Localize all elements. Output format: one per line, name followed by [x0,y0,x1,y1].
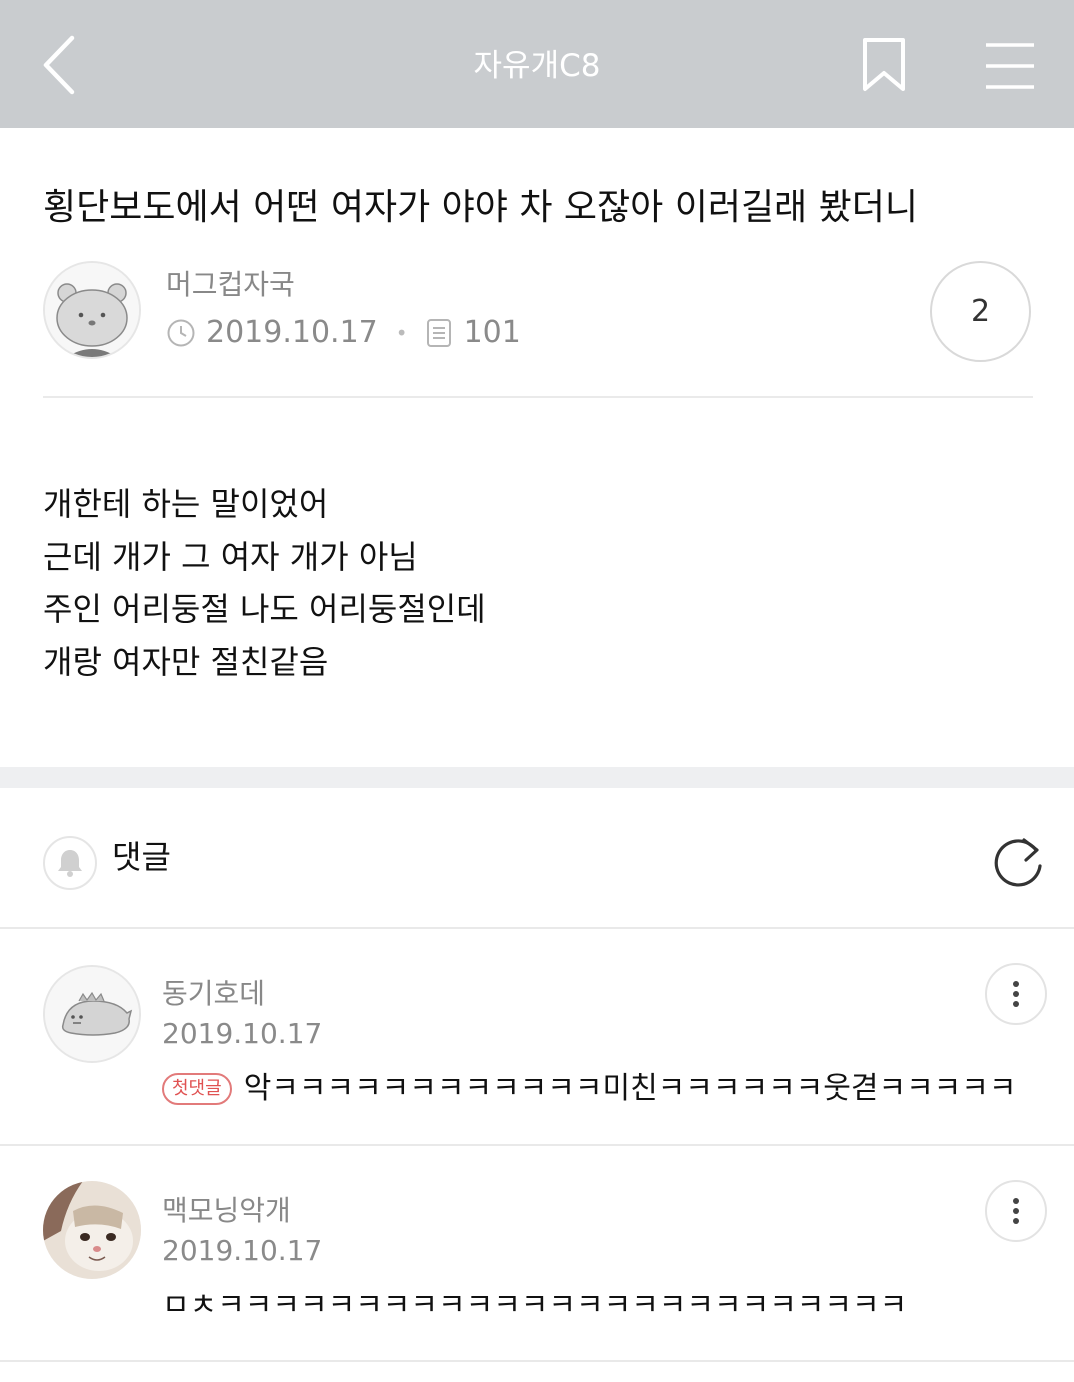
post-title: 횡단보도에서 어떤 여자가 야야 차 오잖아 이러길래 봤더니 [43,187,918,228]
post-author[interactable]: 머그컵자국 [166,266,295,304]
more-vertical-icon [1013,1198,1019,1224]
comments-label: 댓글 [112,838,171,876]
bear-avatar-icon [45,263,139,357]
refresh-icon[interactable] [990,834,1046,892]
title-divider [43,396,1033,398]
bookmark-icon[interactable] [860,37,908,93]
comment-text: ㅁㅊㅋㅋㅋㅋㅋㅋㅋㅋㅋㅋㅋㅋㅋㅋㅋㅋㅋㅋㅋㅋㅋㅋㅋㅋㅋ [162,1285,907,1327]
document-icon [426,319,451,347]
more-vertical-icon [1013,981,1019,1007]
comment-count-button[interactable]: 2 [930,261,1031,362]
comment-avatar[interactable] [43,965,141,1063]
comment-author[interactable]: 동기호데 [162,975,265,1013]
post-date: 2019.10.17 [206,315,378,350]
cat-photo-avatar [43,1181,141,1279]
comment-divider [0,1144,1074,1146]
meta-separator: • [395,321,408,345]
author-avatar[interactable] [43,261,141,359]
post-meta: 2019.10.17 • 101 [166,312,521,354]
board-title: 자유개C8 [473,48,601,84]
section-separator [0,767,1074,788]
comment-body: 악ㅋㅋㅋㅋㅋㅋㅋㅋㅋㅋㅋㅋ미친ㅋㅋㅋㅋㅋㅋ웃겯ㅋㅋㅋㅋㅋ [243,1071,1017,1106]
bell-icon [58,850,82,877]
comment-body: ㅁㅊㅋㅋㅋㅋㅋㅋㅋㅋㅋㅋㅋㅋㅋㅋㅋㅋㅋㅋㅋㅋㅋㅋㅋㅋㅋ [162,1288,908,1323]
post-body-line: 근데 개가 그 여자 개가 아님 [43,537,418,576]
comment-text: 첫댓글 악ㅋㅋㅋㅋㅋㅋㅋㅋㅋㅋㅋㅋ미친ㅋㅋㅋㅋㅋㅋ웃겯ㅋㅋㅋㅋㅋ [162,1068,1017,1110]
comment-divider [0,1360,1074,1362]
post-body-line: 개랑 여자만 절친같음 [43,642,329,681]
dino-avatar-icon [45,967,139,1061]
comment-author[interactable]: 맥모닝악개 [162,1192,291,1230]
comment-avatar[interactable] [43,1181,141,1279]
comment-more-button[interactable] [985,1180,1047,1242]
comment-more-button[interactable] [985,963,1047,1025]
post-body-line: 주인 어리둥절 나도 어리둥절인데 [43,590,486,628]
comment-date: 2019.10.17 [162,1234,323,1267]
clock-icon [167,319,195,347]
comments-header-divider [0,927,1074,929]
top-bar: 자유개C8 [0,0,1074,128]
first-comment-badge: 첫댓글 [162,1073,232,1105]
hamburger-menu-icon[interactable] [984,42,1036,90]
post-body: 개한테 하는 말이었어 근데 개가 그 여자 개가 아님 주인 어리둥절 나도 … [43,478,486,688]
notification-toggle[interactable] [43,836,97,890]
comment-date: 2019.10.17 [162,1017,323,1050]
post-views: 101 [463,315,521,350]
post-body-line: 개한테 하는 말이었어 [43,485,329,523]
